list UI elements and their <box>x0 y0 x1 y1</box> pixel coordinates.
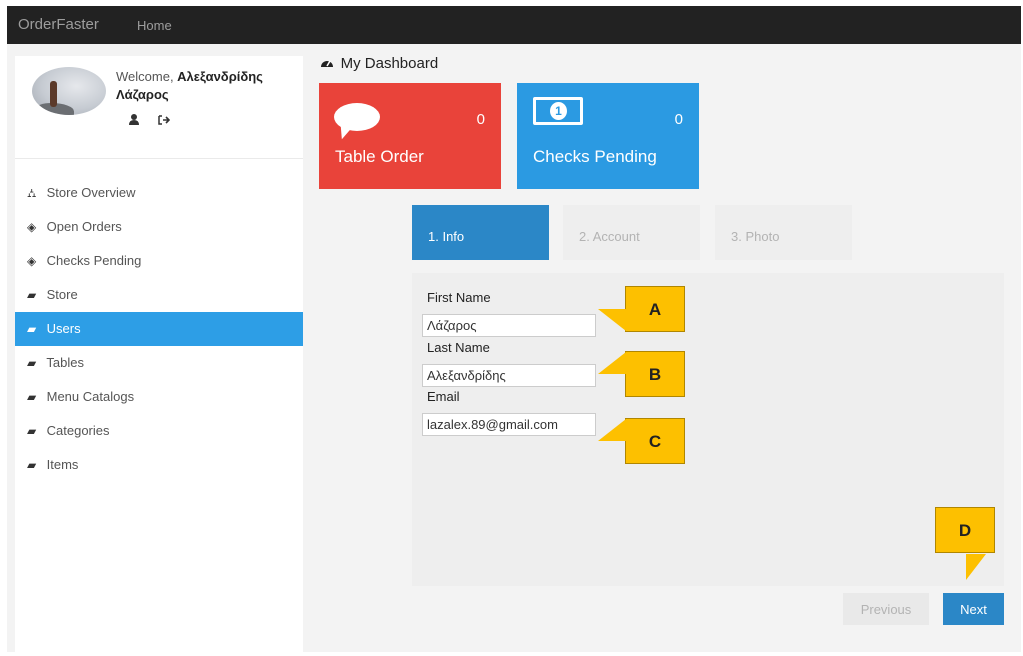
user-icon[interactable] <box>129 114 139 128</box>
tab-step-info[interactable]: 1. Info <box>412 205 549 260</box>
sidebar-item-label: Users <box>46 321 81 336</box>
previous-button[interactable]: Previous <box>843 593 929 625</box>
sidebar-item-tables[interactable]: ▰ Tables <box>15 346 303 380</box>
first-name-input[interactable] <box>422 314 596 337</box>
book-icon: ▰ <box>27 390 37 404</box>
tile-checks-pending[interactable]: 1 0 Checks Pending <box>517 83 699 189</box>
welcome-text: Welcome, Αλεξανδρίδης Λάζαρος <box>116 68 301 104</box>
last-name-label: Last Name <box>427 340 490 355</box>
sitemap-icon: ⛼ <box>27 186 37 200</box>
callout-a-pointer <box>598 309 626 331</box>
book-icon: ▰ <box>27 288 37 302</box>
book-icon: ▰ <box>27 424 37 438</box>
callout-b-label: B <box>648 365 662 384</box>
next-button[interactable]: Next <box>943 593 1004 625</box>
welcome-prefix: Welcome, <box>116 69 178 84</box>
money-coin: 1 <box>550 102 567 120</box>
sidebar-menu: ⛼ Store Overview ◈ Open Orders ◈ Checks … <box>15 176 303 482</box>
tile-count: 0 <box>674 111 683 128</box>
last-name-input[interactable] <box>422 364 596 387</box>
top-navbar: OrderFaster Home <box>7 6 1021 44</box>
callout-b: B <box>598 351 685 397</box>
profile-icons <box>129 114 186 128</box>
sidebar-item-store-overview[interactable]: ⛼ Store Overview <box>15 176 303 210</box>
email-input[interactable] <box>422 413 596 436</box>
callout-d-pointer <box>966 554 986 580</box>
tile-count: 0 <box>476 111 485 128</box>
brand-link[interactable]: OrderFaster <box>18 16 99 33</box>
sidebar-item-categories[interactable]: ▰ Categories <box>15 414 303 448</box>
diamond-icon: ◈ <box>27 220 37 234</box>
sidebar-item-store[interactable]: ▰ Store <box>15 278 303 312</box>
avatar-figure <box>50 81 57 107</box>
dashboard-title-text: My Dashboard <box>340 55 439 72</box>
email-label: Email <box>427 389 460 404</box>
sign-out-icon[interactable] <box>158 114 171 128</box>
sidebar: Welcome, Αλεξανδρίδης Λάζαρος ⛼ Store Ov… <box>15 56 303 656</box>
money-icon: 1 <box>533 97 583 125</box>
sidebar-item-label: Store <box>46 287 78 302</box>
callout-b-pointer <box>598 352 626 374</box>
user-name-line1: Αλεξανδρίδης <box>177 69 263 84</box>
book-icon: ▰ <box>27 322 37 336</box>
profile-card: Welcome, Αλεξανδρίδης Λάζαρος <box>15 56 303 159</box>
tile-table-order[interactable]: 0 Table Order <box>319 83 501 189</box>
sidebar-item-menu-catalogs[interactable]: ▰ Menu Catalogs <box>15 380 303 414</box>
sidebar-item-open-orders[interactable]: ◈ Open Orders <box>15 210 303 244</box>
callout-d-label: D <box>958 521 972 540</box>
sidebar-item-label: Open Orders <box>46 219 122 234</box>
sidebar-item-label: Categories <box>46 423 110 438</box>
nav-home-link[interactable]: Home <box>137 18 172 33</box>
sidebar-item-label: Store Overview <box>46 185 136 200</box>
callout-c-pointer <box>598 419 626 441</box>
tile-label: Checks Pending <box>533 147 657 166</box>
tab-step-photo[interactable]: 3. Photo <box>715 205 852 260</box>
diamond-icon: ◈ <box>27 254 37 268</box>
book-icon: ▰ <box>27 458 37 472</box>
callout-a-label: A <box>648 300 662 319</box>
avatar <box>32 67 106 115</box>
sidebar-item-label: Menu Catalogs <box>46 389 135 404</box>
page-title: My Dashboard <box>320 55 438 72</box>
sidebar-item-checks-pending[interactable]: ◈ Checks Pending <box>15 244 303 278</box>
sidebar-item-label: Checks Pending <box>46 253 142 268</box>
sidebar-item-users[interactable]: ▰ Users <box>15 312 303 346</box>
tab-step-account[interactable]: 2. Account <box>563 205 700 260</box>
first-name-label: First Name <box>427 290 491 305</box>
sidebar-item-label: Tables <box>46 355 84 370</box>
callout-c: C <box>598 418 685 464</box>
callout-d: D <box>935 507 995 580</box>
callout-a: A <box>598 286 685 332</box>
book-icon: ▰ <box>27 356 37 370</box>
callout-c-label: C <box>648 432 662 451</box>
user-name-line2: Λάζαρος <box>116 87 169 102</box>
sidebar-item-items[interactable]: ▰ Items <box>15 448 303 482</box>
tile-label: Table Order <box>335 147 424 166</box>
sidebar-item-label: Items <box>46 457 79 472</box>
dashboard-icon <box>320 56 338 71</box>
